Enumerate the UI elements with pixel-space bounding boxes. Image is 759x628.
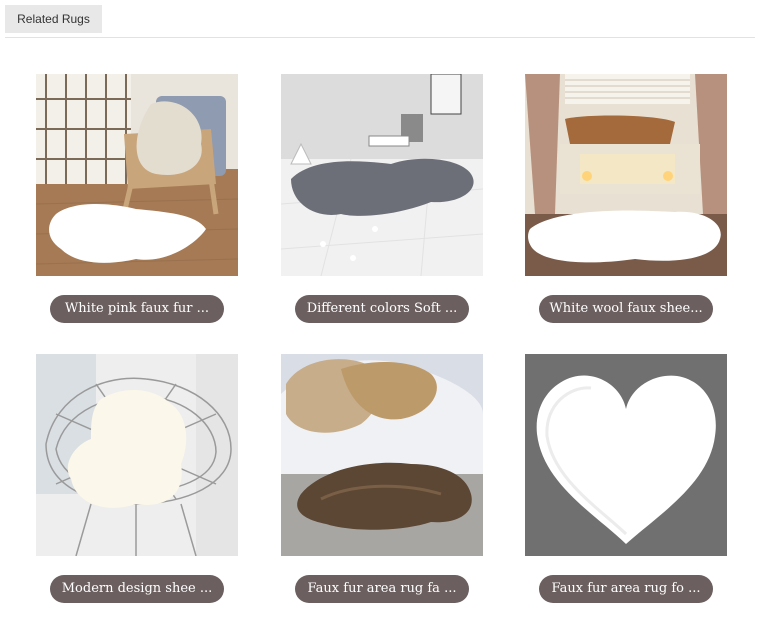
product-image[interactable] <box>36 354 238 556</box>
tab-bar: Related Rugs <box>5 0 755 38</box>
product-title[interactable]: Faux fur area rug fo ... <box>539 575 713 603</box>
product-title[interactable]: White pink faux fur ... <box>50 295 224 323</box>
product-image[interactable] <box>36 74 238 276</box>
tab-related-rugs[interactable]: Related Rugs <box>5 5 102 33</box>
product-image[interactable] <box>281 354 483 556</box>
product-card[interactable]: White pink faux fur ... <box>36 74 238 324</box>
product-card[interactable]: Faux fur area rug fo ... <box>525 354 727 604</box>
product-image[interactable] <box>281 74 483 276</box>
product-image[interactable] <box>525 74 727 276</box>
product-title[interactable]: White wool faux shee... <box>539 295 713 323</box>
product-image[interactable] <box>525 354 727 556</box>
product-card[interactable]: White wool faux shee... <box>525 74 727 324</box>
product-title[interactable]: Faux fur area rug fa ... <box>295 575 469 603</box>
product-title[interactable]: Different colors Soft ... <box>295 295 469 323</box>
product-card[interactable]: Faux fur area rug fa ... <box>281 354 483 604</box>
product-card[interactable]: Modern design shee ... <box>36 354 238 604</box>
product-card[interactable]: Different colors Soft ... <box>281 74 483 324</box>
product-title[interactable]: Modern design shee ... <box>50 575 224 603</box>
